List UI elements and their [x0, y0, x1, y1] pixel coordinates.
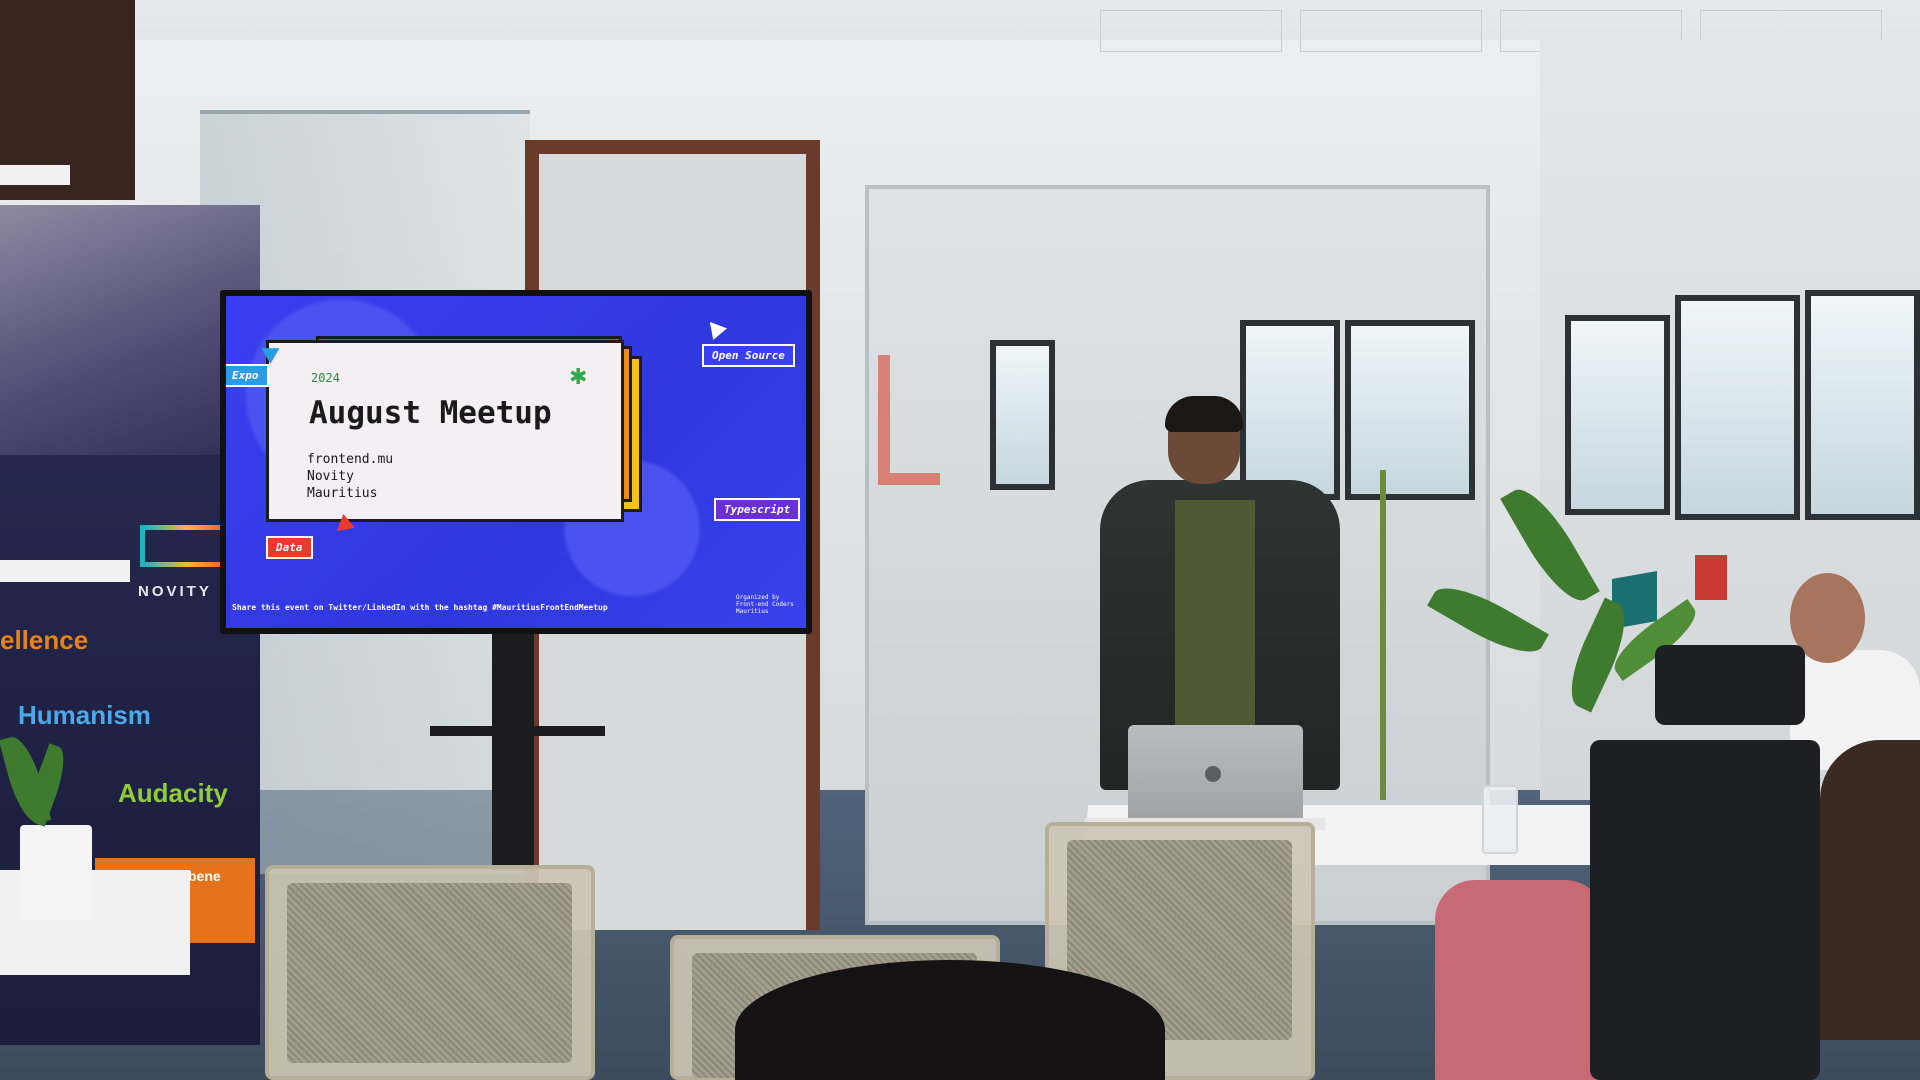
hand-sanitizer-bottle [1482, 785, 1518, 854]
tag-expo: Expo [226, 364, 269, 387]
chair-mesh [287, 883, 572, 1063]
window [1345, 320, 1475, 500]
meetup-room-photo: NOVITY ellence Humanism Audacity uilding… [0, 0, 1920, 1080]
ceiling-tile [1300, 10, 1482, 52]
window [990, 340, 1055, 490]
banner-value-excellence: ellence [0, 625, 89, 655]
slide-year: 2024 [311, 371, 340, 385]
slide-line: frontend.mu [307, 452, 394, 467]
shelf [0, 165, 70, 185]
presenter-hair [1165, 396, 1243, 432]
mesh-chair [265, 865, 595, 1080]
slide-line: Mauritius [307, 486, 378, 501]
plant-pot [20, 825, 92, 920]
bamboo-stalk [1380, 470, 1386, 800]
tag-typescript: Typescript [714, 498, 801, 521]
tag-open-source: Open Source [702, 344, 795, 367]
office-chair-black [1590, 740, 1820, 1080]
fire-exit-sign [1695, 555, 1727, 600]
banner-value-audacity: Audacity [118, 778, 228, 808]
window [1675, 295, 1800, 520]
presenter-shirt [1175, 500, 1255, 730]
office-chair-back [1655, 645, 1805, 725]
window [1240, 320, 1340, 500]
tv-stand [492, 620, 534, 870]
shelf [0, 560, 130, 582]
slide-card-main: 2024 ✱ August Meetup frontend.mu Novity … [266, 340, 624, 522]
banner-value-humanism: Humanism [18, 700, 151, 730]
apple-logo-icon [1205, 766, 1221, 782]
banner-brand: NOVITY [138, 583, 212, 600]
slide-footer: Share this event on Twitter/LinkedIn wit… [232, 603, 608, 612]
asterisk-icon: ✱ [569, 365, 588, 390]
wall-logo-decal [878, 355, 940, 485]
attendee-pink-shirt [1435, 880, 1605, 1080]
slide-details: frontend.mu Novity Mauritius [307, 451, 393, 502]
attendee-foreground-right [1820, 740, 1920, 1040]
tag-data: Data [266, 536, 313, 559]
window [1565, 315, 1670, 515]
ceiling-tile [1100, 10, 1282, 52]
cursor-icon [702, 316, 728, 340]
slide-screen: 2024 ✱ August Meetup frontend.mu Novity … [226, 296, 806, 628]
slide-line: Novity [307, 469, 354, 484]
slide-organizer: Organized by Front-end Coders Mauritius [736, 594, 794, 615]
tv-stand-shelf [430, 726, 605, 736]
window [1805, 290, 1920, 520]
slide-title: August Meetup [309, 395, 552, 431]
